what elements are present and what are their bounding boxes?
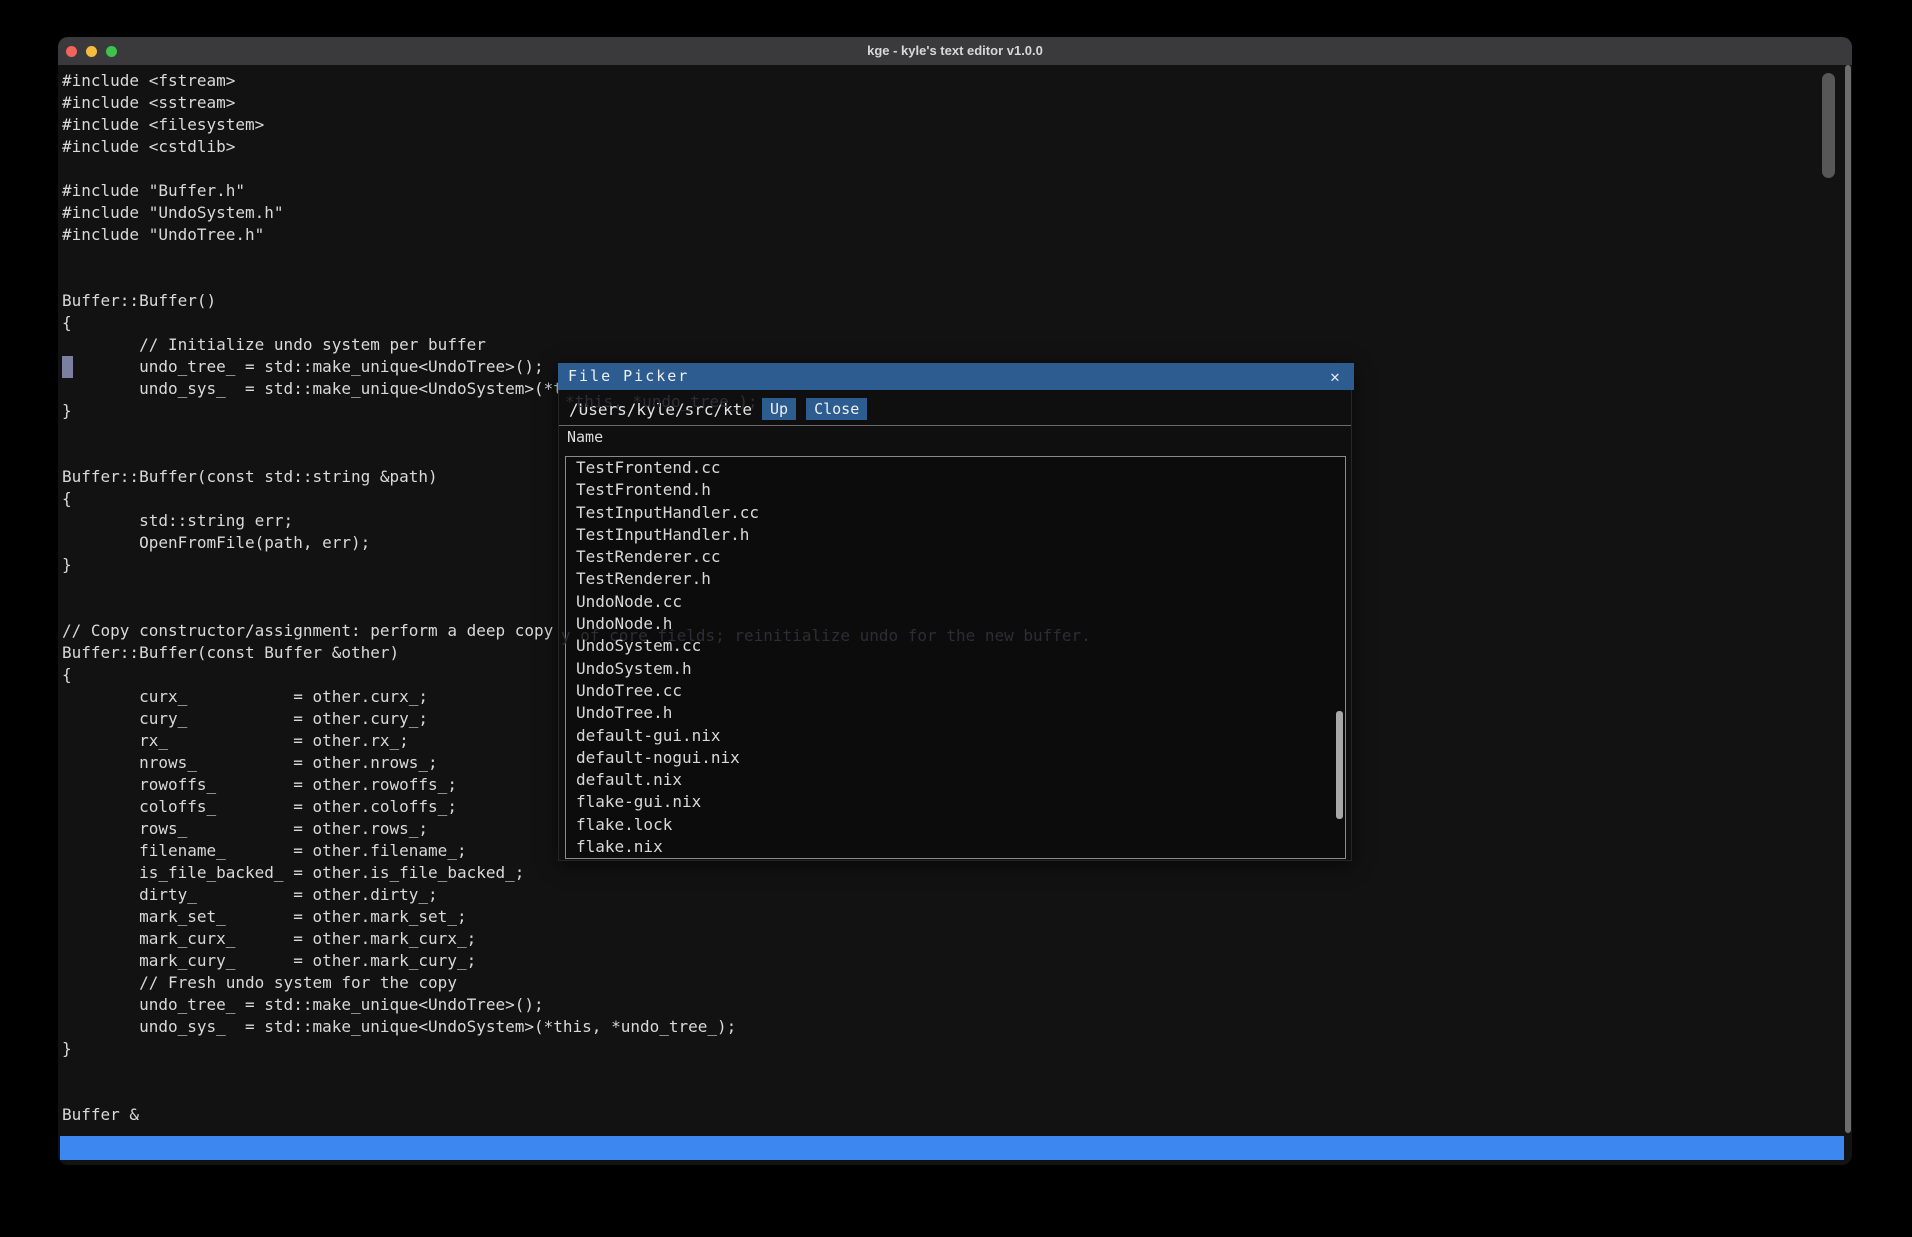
editor-scrollbar-track[interactable] bbox=[1845, 65, 1851, 1133]
occluded-code-ghost-1: *this, *undo_tree_); bbox=[565, 392, 758, 411]
name-column-header: Name bbox=[567, 428, 603, 446]
file-row[interactable]: default-nogui.nix bbox=[566, 747, 1345, 769]
file-list[interactable]: TestFrontend.ccTestFrontend.hTestInputHa… bbox=[565, 456, 1346, 859]
close-icon[interactable]: ✕ bbox=[1324, 363, 1346, 390]
file-list-scrollbar-thumb[interactable] bbox=[1336, 711, 1343, 819]
status-bar: kge v1.0.0 [1/1] Buffer.cc 486L Open Fil… bbox=[60, 1136, 1844, 1160]
file-row[interactable]: default-gui.nix bbox=[566, 725, 1345, 747]
window-titlebar[interactable]: kge - kyle's text editor v1.0.0 bbox=[58, 37, 1852, 65]
file-row[interactable]: UndoSystem.h bbox=[566, 658, 1345, 680]
file-row[interactable]: TestFrontend.cc bbox=[566, 457, 1345, 479]
file-row[interactable]: default.nix bbox=[566, 769, 1345, 791]
text-cursor bbox=[62, 356, 73, 378]
file-row[interactable]: TestInputHandler.h bbox=[566, 524, 1345, 546]
file-picker-title: File Picker bbox=[568, 363, 689, 390]
file-row[interactable]: flake.lock bbox=[566, 814, 1345, 836]
file-row[interactable]: flake.nix bbox=[566, 836, 1345, 858]
file-row[interactable]: flake-gui.nix bbox=[566, 791, 1345, 813]
file-row[interactable]: UndoTree.h bbox=[566, 702, 1345, 724]
file-row[interactable]: UndoNode.cc bbox=[566, 591, 1345, 613]
status-file-info: kge v1.0.0 [1/1] Buffer.cc 486L bbox=[68, 1160, 357, 1165]
editor-scrollbar-thumb[interactable] bbox=[1822, 73, 1835, 178]
file-row[interactable]: TestFrontend.h bbox=[566, 479, 1345, 501]
file-picker-titlebar[interactable]: File Picker ✕ bbox=[558, 363, 1354, 390]
file-row[interactable]: TestRenderer.h bbox=[566, 568, 1345, 590]
close-button[interactable]: Close bbox=[806, 398, 867, 420]
file-row[interactable]: TestRenderer.cc bbox=[566, 546, 1345, 568]
up-button[interactable]: Up bbox=[762, 398, 796, 420]
file-row[interactable]: UndoNode.h bbox=[566, 613, 1345, 635]
path-separator-line bbox=[559, 425, 1351, 426]
window-title: kge - kyle's text editor v1.0.0 bbox=[58, 37, 1852, 65]
file-row[interactable]: TestInputHandler.cc bbox=[566, 502, 1345, 524]
file-row[interactable]: UndoTree.cc bbox=[566, 680, 1345, 702]
file-picker-dialog: File Picker ✕ *this, *undo_tree_); y of … bbox=[558, 363, 1352, 861]
file-row[interactable]: UndoSystem.cc bbox=[566, 635, 1345, 657]
